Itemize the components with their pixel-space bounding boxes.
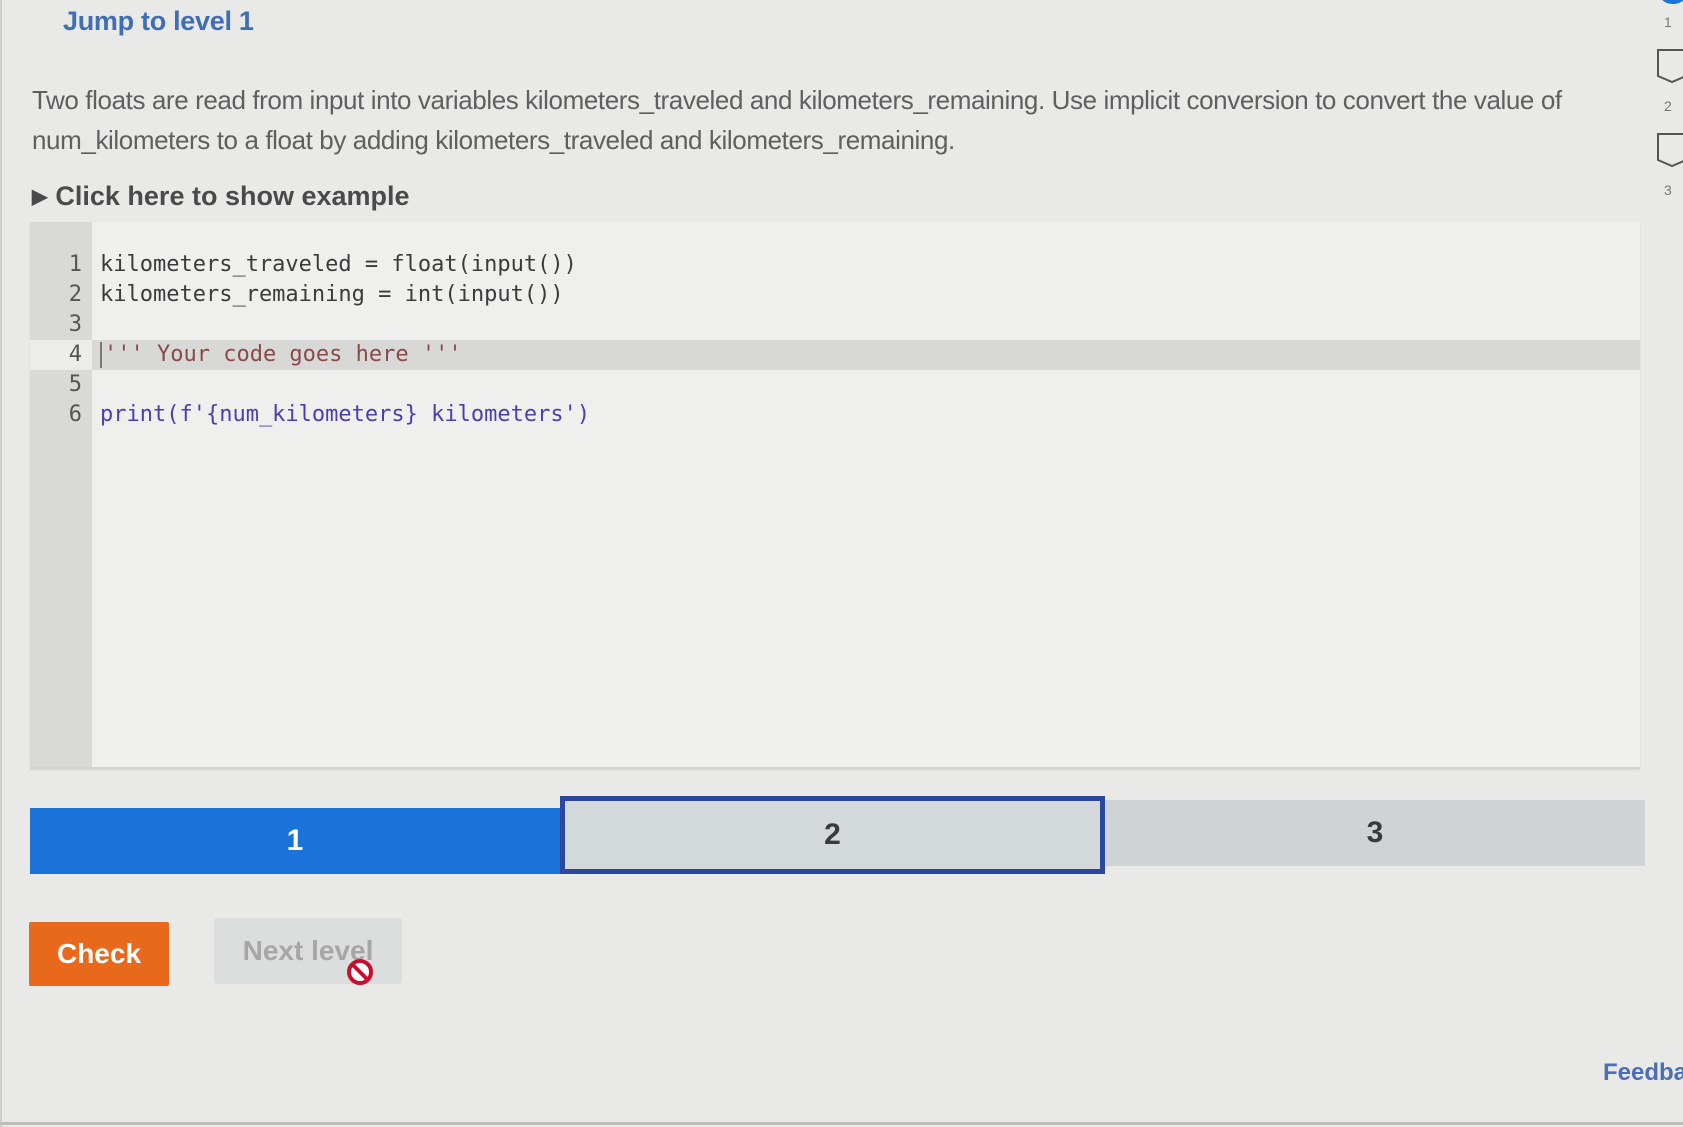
code-text: print(f'{num_kilometers} kilometers')	[100, 402, 591, 427]
not-allowed-icon	[347, 959, 373, 985]
line-number: 4	[30, 340, 92, 370]
check-button[interactable]: Check	[29, 922, 169, 986]
code-line-active[interactable]: 4 ''' Your code goes here '''	[30, 340, 1640, 370]
level-1-badge-icon	[1658, 0, 1683, 4]
code-text: ''' Your code goes here '''	[100, 340, 462, 370]
side-level-number: 3	[1664, 182, 1672, 198]
page-edge	[0, 0, 2, 1127]
show-example-toggle[interactable]: ▶ Click here to show example	[32, 181, 410, 212]
line-number: 3	[68, 312, 82, 337]
show-example-label: Click here to show example	[55, 181, 410, 211]
jump-to-level-title[interactable]: Jump to level 1	[63, 6, 254, 37]
side-level-number: 2	[1664, 98, 1672, 114]
side-level-number: 1	[1664, 14, 1672, 30]
code-text: kilometers_traveled = float(input())	[100, 252, 577, 277]
code-line[interactable]: 6 print(f'{num_kilometers} kilometers')	[30, 400, 1640, 430]
level-2-badge-icon	[1657, 49, 1683, 84]
line-number: 5	[68, 372, 82, 397]
triangle-right-icon: ▶	[32, 186, 48, 208]
level-progress-bar: 1 2 3	[30, 796, 1645, 874]
code-comment: ''' Your code goes here '''	[104, 342, 462, 367]
code-line[interactable]: 3	[30, 310, 1640, 340]
code-editor[interactable]: 1 kilometers_traveled = float(input()) 2…	[30, 222, 1640, 769]
line-number: 2	[68, 282, 82, 307]
code-line[interactable]: 5	[30, 370, 1640, 400]
side-level-indicator: 1 2 3	[1650, 0, 1683, 220]
line-number: 6	[68, 402, 82, 427]
line-number: 1	[68, 252, 82, 277]
level-2-segment[interactable]: 2	[560, 796, 1105, 874]
level-1-segment[interactable]: 1	[30, 808, 560, 874]
code-line[interactable]: 1 kilometers_traveled = float(input())	[30, 250, 1640, 280]
problem-prompt: Two floats are read from input into vari…	[32, 85, 1562, 155]
code-line[interactable]: 2 kilometers_remaining = int(input())	[30, 280, 1640, 310]
level-3-segment[interactable]: 3	[1105, 800, 1645, 866]
text-cursor	[100, 342, 102, 368]
feedback-link[interactable]: Feedba	[1603, 1059, 1683, 1087]
bottom-divider	[0, 1122, 1683, 1125]
code-text: kilometers_remaining = int(input())	[100, 282, 564, 307]
level-3-badge-icon	[1657, 133, 1683, 168]
